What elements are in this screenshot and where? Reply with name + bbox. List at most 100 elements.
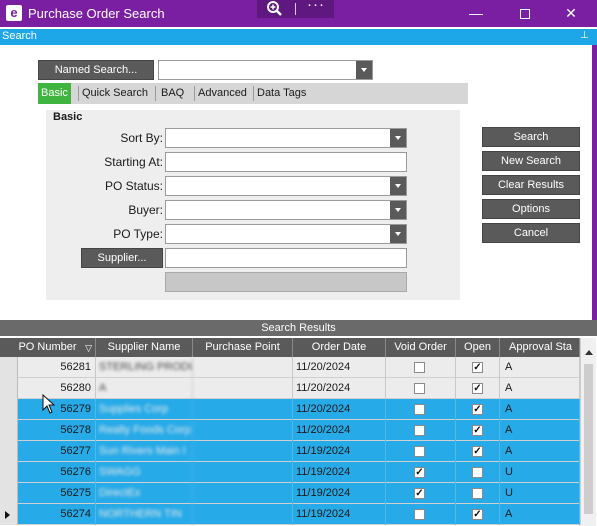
cell-po-number[interactable]: 56281 bbox=[18, 357, 96, 378]
open-checkbox[interactable]: ✓ bbox=[472, 362, 483, 373]
scroll-thumb[interactable] bbox=[584, 364, 593, 514]
cell-purchase-point[interactable] bbox=[193, 462, 293, 483]
minimize-icon[interactable]: — bbox=[466, 3, 486, 23]
po-type-combo[interactable] bbox=[165, 224, 407, 244]
cell-purchase-point[interactable] bbox=[193, 378, 293, 399]
starting-at-input[interactable] bbox=[165, 152, 407, 172]
open-checkbox[interactable]: ✓ bbox=[472, 425, 483, 436]
maximize-icon[interactable] bbox=[515, 3, 535, 23]
cell-approval-status[interactable]: A bbox=[500, 441, 580, 462]
cell-approval-status[interactable]: U bbox=[500, 462, 580, 483]
cell-approval-status[interactable]: A bbox=[500, 420, 580, 441]
table-row[interactable]: 56276 SWAGG 11/19/2024 ✓ U bbox=[0, 462, 580, 483]
chevron-down-icon[interactable] bbox=[390, 129, 406, 147]
open-checkbox[interactable]: ✓ bbox=[472, 383, 483, 394]
void-order-checkbox[interactable] bbox=[414, 425, 425, 436]
cancel-button[interactable]: Cancel bbox=[482, 223, 580, 243]
cell-po-number[interactable]: 56276 bbox=[18, 462, 96, 483]
chevron-down-icon[interactable] bbox=[390, 201, 406, 219]
cell-order-date[interactable]: 11/19/2024 bbox=[293, 483, 386, 504]
new-search-button[interactable]: New Search bbox=[482, 151, 580, 171]
cell-po-number[interactable]: 56274 bbox=[18, 504, 96, 525]
zoom-in-icon[interactable] bbox=[265, 0, 283, 18]
cell-order-date[interactable]: 11/20/2024 bbox=[293, 399, 386, 420]
po-status-combo[interactable] bbox=[165, 176, 407, 196]
cell-purchase-point[interactable] bbox=[193, 357, 293, 378]
void-order-checkbox[interactable]: ✓ bbox=[414, 467, 425, 478]
chevron-down-icon[interactable] bbox=[390, 225, 406, 243]
cell-supplier-name[interactable]: Realty Foods Corp bbox=[96, 420, 193, 441]
cell-po-number[interactable]: 56278 bbox=[18, 420, 96, 441]
chevron-down-icon[interactable] bbox=[356, 61, 372, 79]
void-order-checkbox[interactable] bbox=[414, 446, 425, 457]
row-selector[interactable] bbox=[0, 399, 18, 420]
cell-approval-status[interactable]: A bbox=[500, 504, 580, 525]
cell-order-date[interactable]: 11/20/2024 bbox=[293, 357, 386, 378]
cell-purchase-point[interactable] bbox=[193, 441, 293, 462]
tab-quick-search[interactable]: Quick Search bbox=[79, 83, 151, 104]
buyer-combo[interactable] bbox=[165, 200, 407, 220]
column-header-order-date[interactable]: Order Date bbox=[293, 338, 386, 357]
column-header-approval-status[interactable]: Approval Sta bbox=[500, 338, 580, 357]
open-checkbox[interactable]: ✓ bbox=[472, 509, 483, 520]
column-header-void-order[interactable]: Void Order bbox=[386, 338, 456, 357]
cell-supplier-name[interactable]: Supplies Corp bbox=[96, 399, 193, 420]
column-header-po-number[interactable]: PO Number ▽ bbox=[0, 338, 96, 357]
row-selector[interactable] bbox=[0, 420, 18, 441]
open-checkbox[interactable] bbox=[472, 488, 483, 499]
cell-purchase-point[interactable] bbox=[193, 420, 293, 441]
table-row[interactable]: 56279 Supplies Corp 11/20/2024 ✓ A bbox=[0, 399, 580, 420]
cell-order-date[interactable]: 11/19/2024 bbox=[293, 441, 386, 462]
supplier-button[interactable]: Supplier... bbox=[81, 248, 163, 268]
cell-purchase-point[interactable] bbox=[193, 399, 293, 420]
open-checkbox[interactable]: ✓ bbox=[472, 446, 483, 457]
table-row[interactable]: 56281 STERLING PRODU 11/20/2024 ✓ A bbox=[0, 357, 580, 378]
pin-icon[interactable]: ⊥ bbox=[580, 30, 589, 41]
cell-supplier-name[interactable]: SWAGG bbox=[96, 462, 193, 483]
options-button[interactable]: Options bbox=[482, 199, 580, 219]
scroll-up-icon[interactable] bbox=[585, 350, 593, 355]
void-order-checkbox[interactable] bbox=[414, 383, 425, 394]
cell-order-date[interactable]: 11/20/2024 bbox=[293, 378, 386, 399]
search-button[interactable]: Search bbox=[482, 127, 580, 147]
cell-supplier-name[interactable]: Sun Rivers Main I bbox=[96, 441, 193, 462]
close-icon[interactable]: ✕ bbox=[561, 3, 581, 23]
open-checkbox[interactable] bbox=[472, 467, 483, 478]
open-checkbox[interactable]: ✓ bbox=[472, 404, 483, 415]
void-order-checkbox[interactable] bbox=[414, 362, 425, 373]
column-header-purchase-point[interactable]: Purchase Point bbox=[193, 338, 293, 357]
column-header-supplier-name[interactable]: Supplier Name bbox=[96, 338, 193, 357]
cell-approval-status[interactable]: A bbox=[500, 378, 580, 399]
filter-icon[interactable]: ▽ bbox=[85, 339, 92, 357]
tab-baq[interactable]: BAQ bbox=[158, 83, 187, 104]
cell-supplier-name[interactable]: STERLING PRODU bbox=[96, 357, 193, 378]
cell-purchase-point[interactable] bbox=[193, 483, 293, 504]
more-icon[interactable]: ··· bbox=[307, 0, 325, 13]
table-row[interactable]: 56278 Realty Foods Corp 11/20/2024 ✓ A bbox=[0, 420, 580, 441]
cell-supplier-name[interactable]: NORTHERN TIN bbox=[96, 504, 193, 525]
named-search-button[interactable]: Named Search... bbox=[38, 60, 154, 80]
void-order-checkbox[interactable] bbox=[414, 509, 425, 520]
cell-po-number[interactable]: 56275 bbox=[18, 483, 96, 504]
row-selector[interactable] bbox=[0, 483, 18, 504]
table-row[interactable]: 56277 Sun Rivers Main I 11/19/2024 ✓ A bbox=[0, 441, 580, 462]
cell-po-number[interactable]: 56279 bbox=[18, 399, 96, 420]
row-selector[interactable] bbox=[0, 357, 18, 378]
cell-order-date[interactable]: 11/19/2024 bbox=[293, 504, 386, 525]
row-selector[interactable] bbox=[0, 378, 18, 399]
cell-purchase-point[interactable] bbox=[193, 504, 293, 525]
tab-advanced[interactable]: Advanced bbox=[195, 83, 250, 104]
void-order-checkbox[interactable]: ✓ bbox=[414, 488, 425, 499]
cell-po-number[interactable]: 56277 bbox=[18, 441, 96, 462]
cell-supplier-name[interactable]: A bbox=[96, 378, 193, 399]
cell-order-date[interactable]: 11/20/2024 bbox=[293, 420, 386, 441]
clear-results-button[interactable]: Clear Results bbox=[482, 175, 580, 195]
cell-approval-status[interactable]: A bbox=[500, 357, 580, 378]
supplier-input[interactable] bbox=[165, 248, 407, 268]
cell-order-date[interactable]: 11/19/2024 bbox=[293, 462, 386, 483]
cell-approval-status[interactable]: U bbox=[500, 483, 580, 504]
row-selector[interactable] bbox=[0, 504, 18, 525]
table-row[interactable]: 56274 NORTHERN TIN 11/19/2024 ✓ A bbox=[0, 504, 580, 525]
table-row[interactable]: 56280 A 11/20/2024 ✓ A bbox=[0, 378, 580, 399]
tab-basic[interactable]: Basic bbox=[38, 83, 71, 104]
